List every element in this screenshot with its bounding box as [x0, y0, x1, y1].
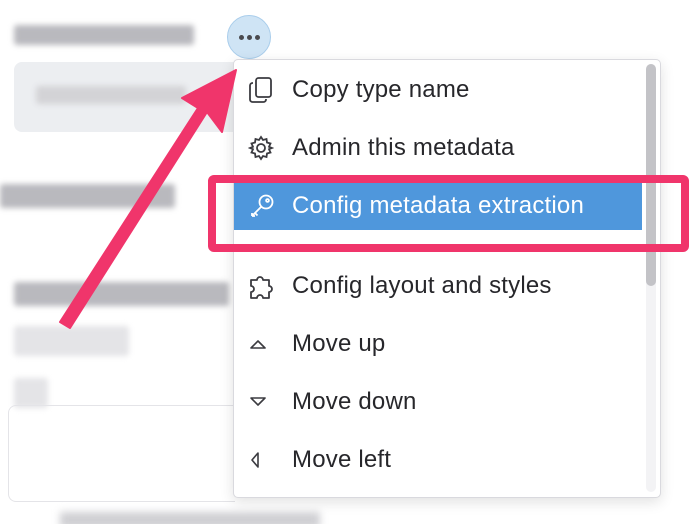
- menu-item-config-layout-styles[interactable]: Config layout and styles: [234, 262, 642, 310]
- redacted-subheading: [14, 282, 229, 306]
- ellipsis-icon: [238, 34, 244, 40]
- ellipsis-dot: [254, 34, 260, 40]
- gear-icon: [248, 133, 278, 163]
- redacted-line: [14, 326, 129, 356]
- puzzle-icon: [248, 271, 278, 301]
- menu-item-move-left[interactable]: Move left: [234, 436, 642, 484]
- menu-item-label: Move down: [292, 388, 417, 415]
- ellipsis-dot: [246, 34, 252, 40]
- redacted-small: [14, 378, 48, 408]
- menu-item-label: Admin this metadata: [292, 134, 515, 161]
- context-menu: Copy type name Admin this metadata Confi…: [233, 59, 661, 498]
- background-card: [8, 405, 235, 502]
- copy-icon: [248, 75, 278, 105]
- redacted-panel-text: [36, 86, 186, 104]
- menu-item-label: Copy type name: [292, 76, 470, 103]
- highlight-frame: [208, 175, 689, 252]
- caret-up-icon: [248, 329, 278, 359]
- menu-item-move-down[interactable]: Move down: [234, 378, 642, 426]
- caret-down-icon: [248, 387, 278, 417]
- menu-item-label: Move up: [292, 330, 386, 357]
- menu-item-copy-type-name[interactable]: Copy type name: [234, 66, 642, 114]
- redacted-heading: [0, 184, 175, 208]
- menu-item-admin-metadata[interactable]: Admin this metadata: [234, 124, 642, 172]
- screen: Copy type name Admin this metadata Confi…: [0, 0, 694, 524]
- more-options-button[interactable]: [227, 15, 271, 59]
- caret-left-icon: [248, 445, 278, 475]
- menu-item-label: Config layout and styles: [292, 272, 552, 299]
- redacted-title: [14, 25, 194, 45]
- menu-item-label: Move left: [292, 446, 392, 473]
- redacted-footer: [60, 512, 320, 524]
- menu-item-move-up[interactable]: Move up: [234, 320, 642, 368]
